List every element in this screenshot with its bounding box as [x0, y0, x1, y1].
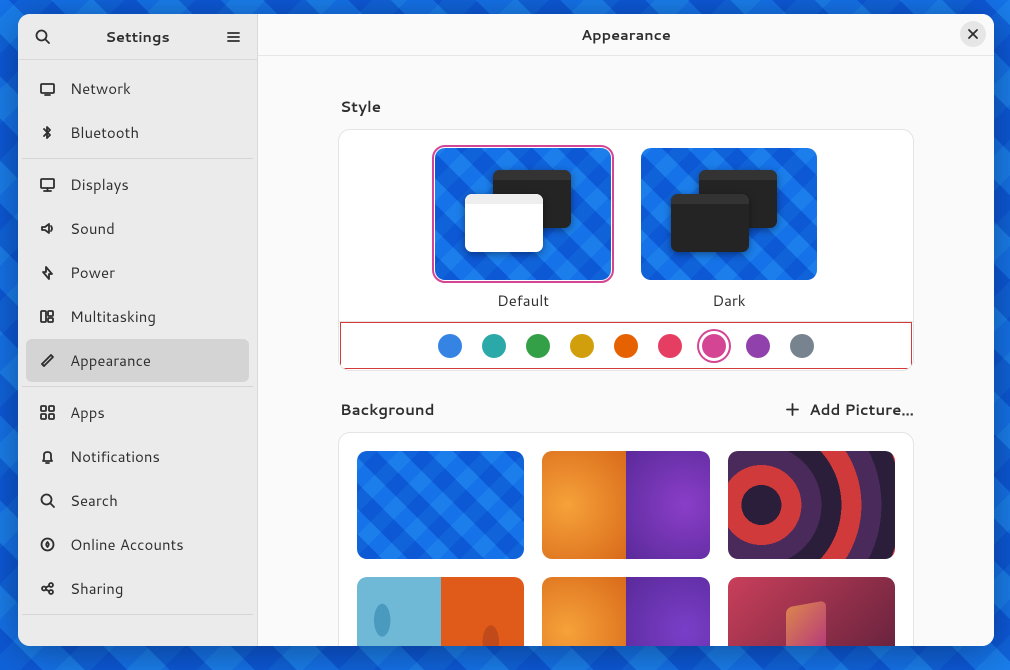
multitasking-icon — [38, 308, 56, 325]
accent-color-orange[interactable] — [614, 334, 638, 358]
wallpaper-grid — [339, 433, 913, 646]
accent-color-red[interactable] — [658, 334, 682, 358]
add-picture-button[interactable]: Add Picture… — [784, 399, 914, 420]
sidebar-item-label: Sharing — [70, 578, 123, 599]
style-card: Default Dark — [338, 129, 914, 371]
page-title: Appearance — [258, 24, 994, 45]
style-thumb-dark — [641, 148, 817, 280]
bluetooth-icon — [38, 124, 56, 141]
accent-color-green[interactable] — [526, 334, 550, 358]
style-section-title: Style — [340, 96, 914, 117]
power-icon — [38, 264, 56, 281]
content-header: Appearance — [258, 14, 994, 56]
notifications-icon — [38, 448, 56, 465]
sidebar-divider — [22, 158, 253, 159]
sidebar-item-displays[interactable]: Displays — [26, 163, 249, 206]
sidebar-item-sound[interactable]: Sound — [26, 207, 249, 250]
close-icon — [967, 28, 979, 40]
sidebar-item-label: Sound — [70, 218, 115, 239]
add-picture-label: Add Picture… — [809, 399, 914, 420]
plus-icon — [784, 401, 801, 418]
sidebar-list: Network Bluetooth Displays Sound Power Multit… — [18, 60, 257, 625]
background-card — [338, 432, 914, 646]
wallpaper-pills[interactable] — [357, 577, 524, 646]
wallpaper-dark-waves[interactable] — [728, 451, 895, 559]
sidebar-item-label: Apps — [70, 402, 105, 423]
accent-color-purple[interactable] — [746, 334, 770, 358]
sidebar-item-label: Power — [70, 262, 115, 283]
sidebar-item-label: Displays — [70, 174, 129, 195]
menu-button[interactable] — [217, 21, 249, 53]
hamburger-icon — [225, 28, 242, 45]
sidebar-item-bluetooth[interactable]: Bluetooth — [26, 111, 249, 154]
sidebar-item-label: Online Accounts — [70, 534, 184, 555]
sound-icon — [38, 220, 56, 237]
accent-color-row — [339, 321, 913, 370]
style-previews: Default Dark — [339, 130, 913, 321]
accent-color-blue[interactable] — [438, 334, 462, 358]
sidebar-header: Settings — [18, 14, 257, 60]
sidebar-item-label: Bluetooth — [70, 122, 139, 143]
wallpaper-orange-purple-blur[interactable] — [542, 451, 709, 559]
sidebar-item-sharing[interactable]: Sharing — [26, 567, 249, 610]
wallpaper-glass[interactable] — [728, 577, 895, 646]
search-button[interactable] — [26, 21, 58, 53]
content-area: Appearance Style Default — [258, 14, 994, 646]
search-icon — [34, 28, 51, 45]
online-accounts-icon — [38, 536, 56, 553]
displays-icon — [38, 176, 56, 193]
settings-window: Settings Network Bluetooth Displays Sound Po… — [18, 14, 994, 646]
sidebar-item-apps[interactable]: Apps — [26, 391, 249, 434]
accent-color-slate[interactable] — [790, 334, 814, 358]
style-option-dark[interactable]: Dark — [641, 148, 817, 311]
sidebar-item-appearance[interactable]: Appearance — [26, 339, 249, 382]
sidebar-item-label: Multitasking — [70, 306, 156, 327]
content-body: Style Default — [258, 56, 994, 646]
sidebar-item-network[interactable]: Network — [26, 67, 249, 110]
sidebar-item-multitasking[interactable]: Multitasking — [26, 295, 249, 338]
style-option-default[interactable]: Default — [435, 148, 611, 311]
accent-color-pink[interactable] — [702, 334, 726, 358]
search-icon — [38, 492, 56, 509]
sidebar-item-label: Network — [70, 78, 131, 99]
style-label-dark: Dark — [641, 290, 817, 311]
sidebar-title: Settings — [58, 26, 217, 47]
sharing-icon — [38, 580, 56, 597]
sidebar-item-search[interactable]: Search — [26, 479, 249, 522]
style-thumb-default — [435, 148, 611, 280]
sidebar-item-label: Search — [70, 490, 118, 511]
network-icon — [38, 80, 56, 97]
background-section-title: Background — [340, 399, 435, 420]
sidebar-item-label: Notifications — [70, 446, 160, 467]
accent-color-yellow[interactable] — [570, 334, 594, 358]
sidebar: Settings Network Bluetooth Displays Sound Po… — [18, 14, 258, 646]
sidebar-item-label: Appearance — [70, 350, 151, 371]
style-label-default: Default — [435, 290, 611, 311]
wallpaper-blue-triangles[interactable] — [357, 451, 524, 559]
sidebar-item-notifications[interactable]: Notifications — [26, 435, 249, 478]
sidebar-divider — [22, 614, 253, 615]
wallpaper-amber-purple[interactable] — [542, 577, 709, 646]
sidebar-item-power[interactable]: Power — [26, 251, 249, 294]
appearance-icon — [38, 352, 56, 369]
sidebar-divider — [22, 386, 253, 387]
sidebar-item-online-accounts[interactable]: Online Accounts — [26, 523, 249, 566]
accent-color-teal[interactable] — [482, 334, 506, 358]
background-header: Background Add Picture… — [340, 399, 914, 420]
apps-icon — [38, 404, 56, 421]
